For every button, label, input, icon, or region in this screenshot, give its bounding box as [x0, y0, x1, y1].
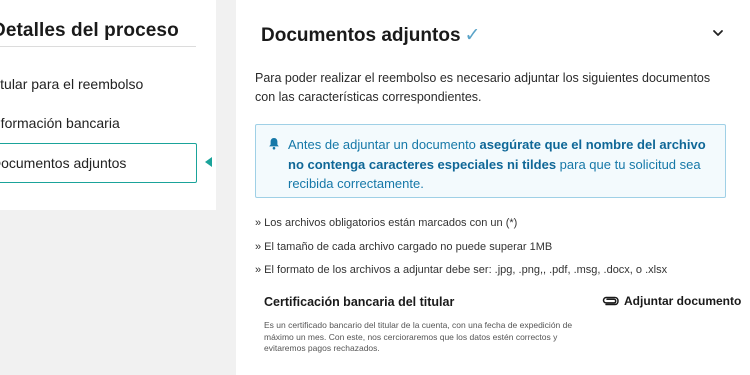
documents-panel: Documentos adjuntos ✓ Para poder realizar… — [236, 0, 750, 375]
bell-icon — [269, 138, 279, 150]
steps-title: Detalles del proceso — [0, 20, 179, 41]
step-documentos-label: Documentos adjuntos — [0, 155, 127, 171]
step-informacion-bancaria[interactable]: Información bancaria — [0, 115, 189, 131]
rule-item: » El tamaño de cada archivo cargado no p… — [255, 241, 553, 253]
section-title-text: Documentos adjuntos — [261, 25, 461, 46]
document-description: Es un certificado bancario del titular d… — [264, 320, 573, 353]
section-title: Documentos adjuntos ✓ — [261, 24, 480, 47]
attach-document-button[interactable]: Adjuntar documento — [602, 294, 741, 308]
chevron-down-icon[interactable] — [711, 26, 725, 40]
notice-text: Antes de adjuntar un documento asegúrate… — [288, 135, 713, 194]
intro-text: Para poder realizar el reembolso es nece… — [255, 71, 711, 104]
rule-item: » Los archivos obligatorios están marcad… — [255, 217, 518, 229]
check-icon: ✓ — [464, 25, 481, 46]
notice-text-before: Antes de adjuntar un documento — [288, 137, 480, 152]
document-title: Certificación bancaria del titular — [264, 295, 455, 309]
process-steps-card: Detalles del proceso Titular para el ree… — [0, 0, 216, 210]
steps-divider — [0, 46, 196, 47]
rule-item: » El formato de los archivos a adjuntar … — [255, 264, 668, 276]
active-step-arrow-icon — [205, 157, 212, 167]
paperclip-icon — [602, 296, 619, 306]
notice-box: Antes de adjuntar un documento asegúrate… — [255, 124, 726, 198]
step-titular[interactable]: Titular para el reembolso — [0, 76, 189, 92]
step-documentos-adjuntos[interactable]: Documentos adjuntos — [0, 143, 197, 183]
attach-document-label: Adjuntar documento — [624, 294, 742, 308]
